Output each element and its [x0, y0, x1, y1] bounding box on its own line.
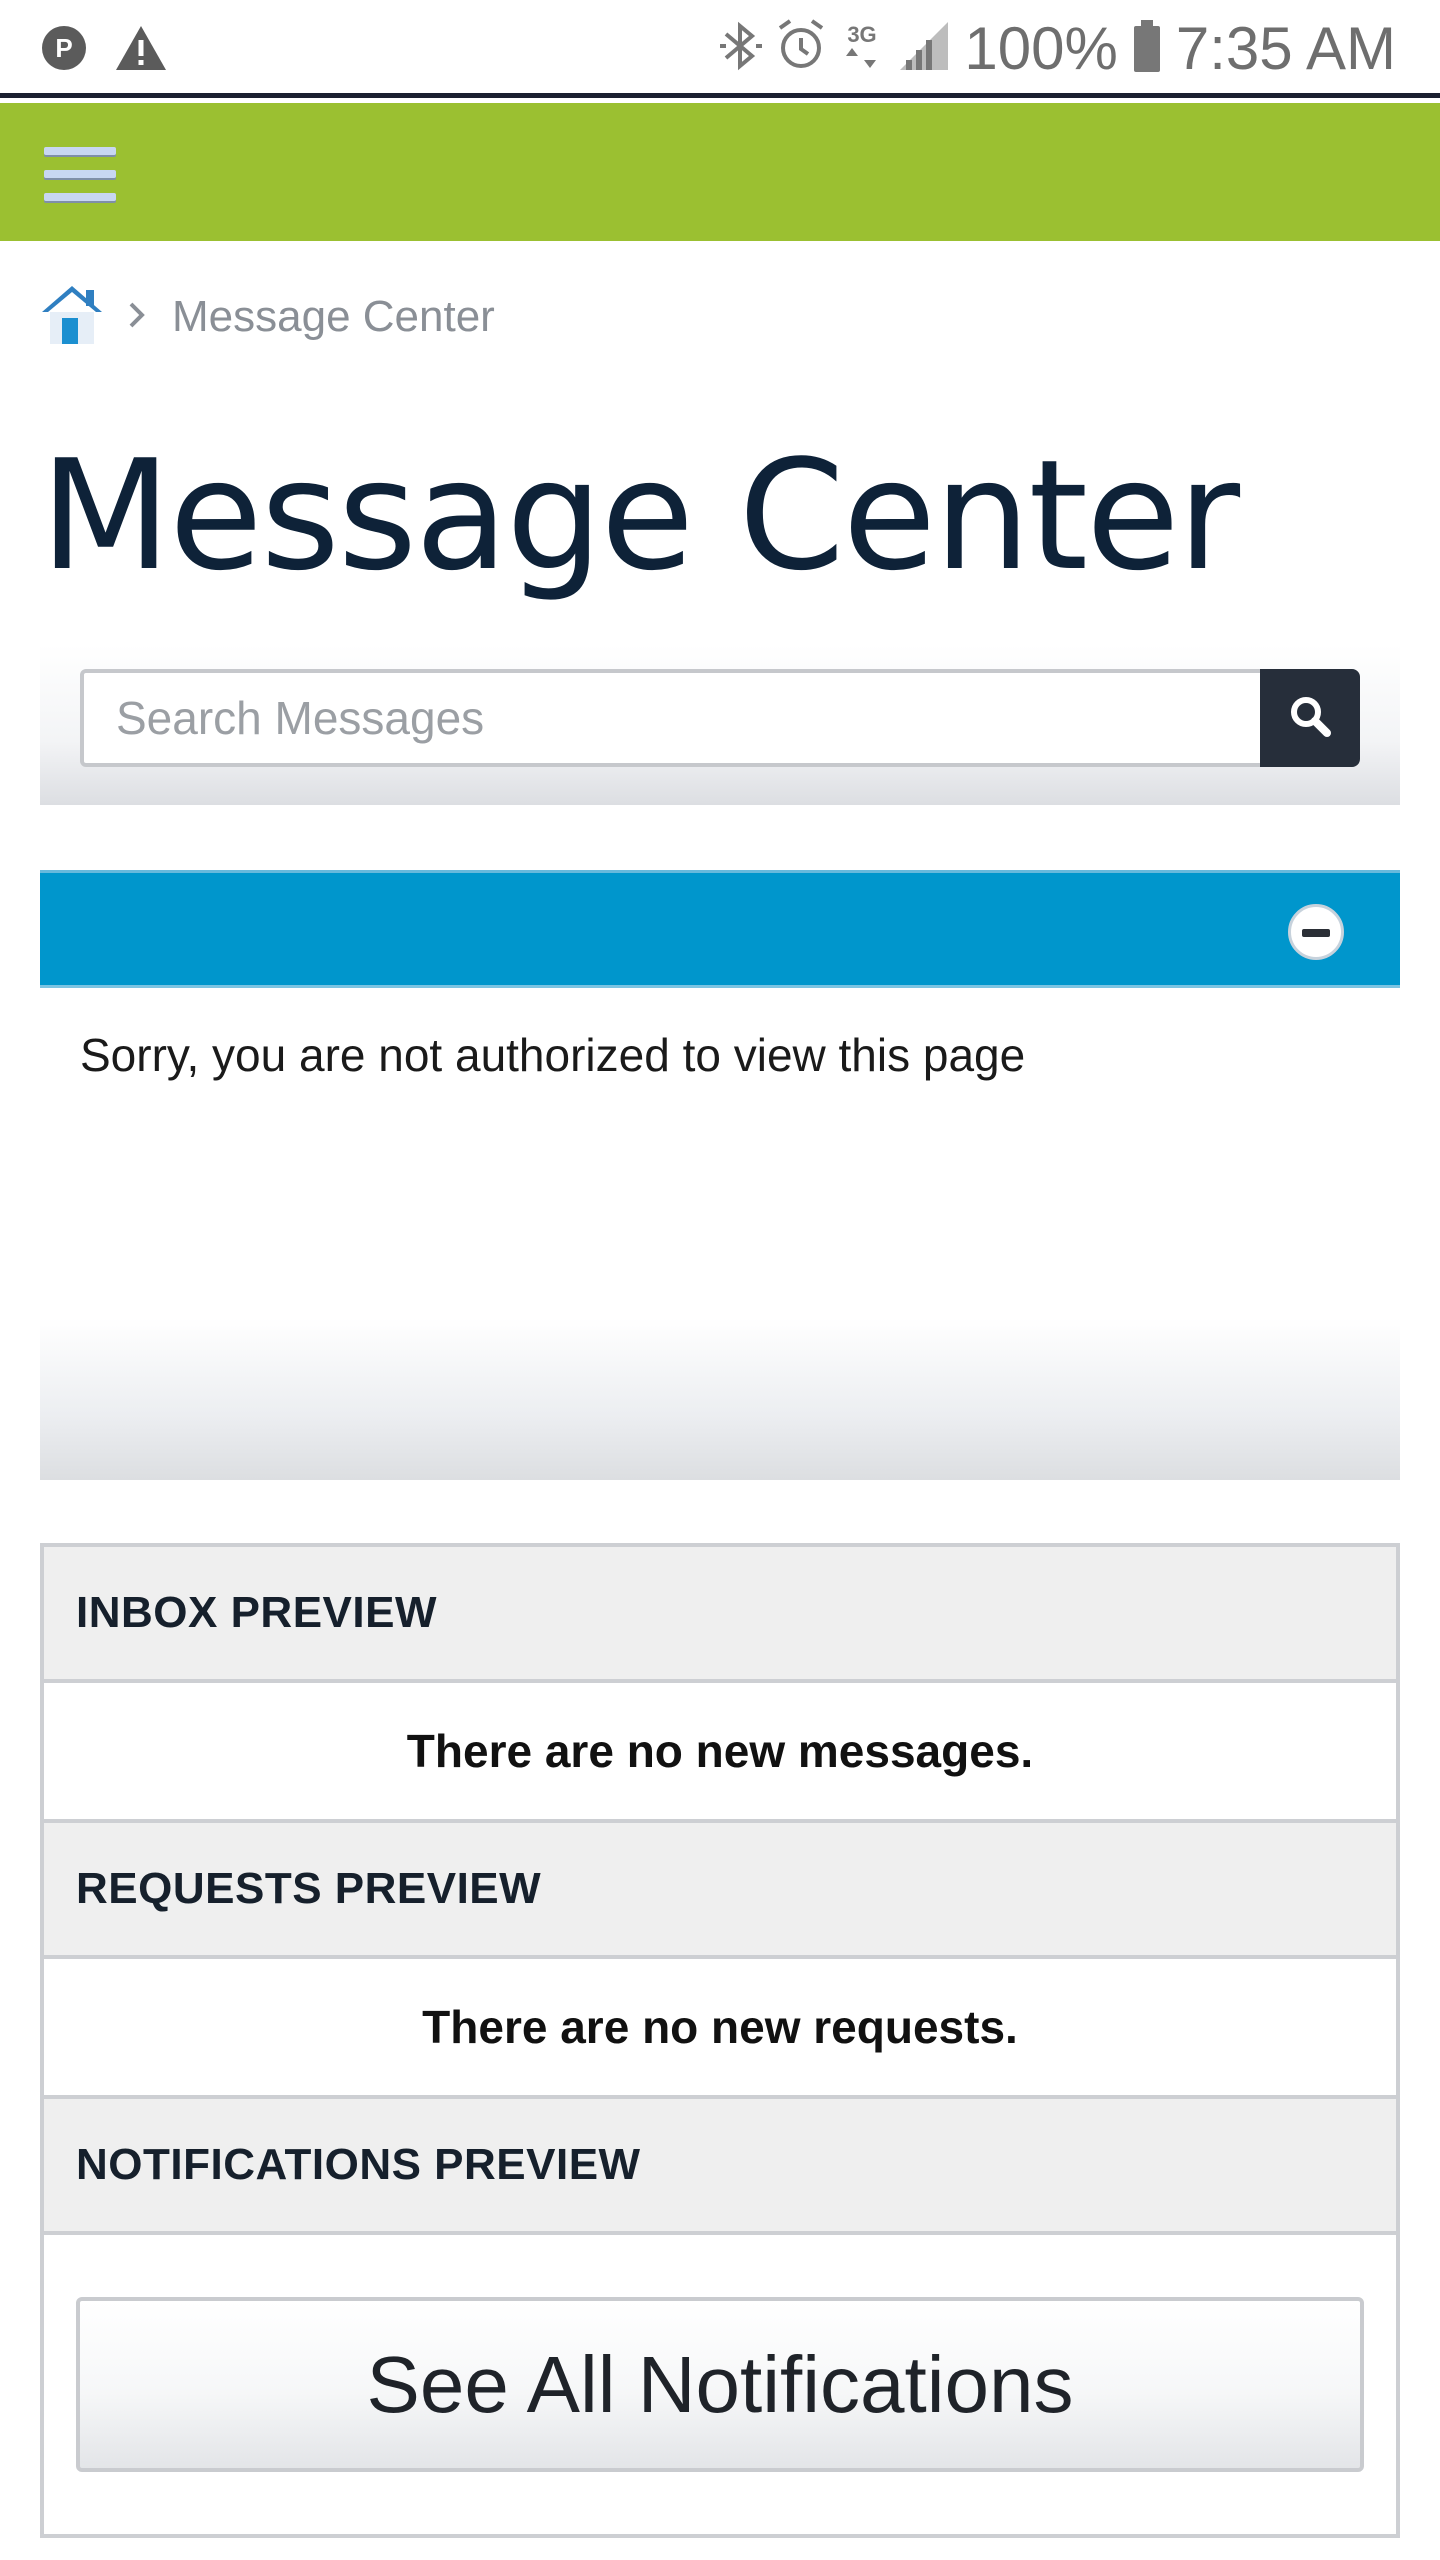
data-3g-icon: 3G: [840, 18, 884, 79]
alert-bar: [40, 870, 1400, 988]
requests-preview-body: There are no new requests.: [44, 1959, 1396, 2099]
chevron-right-icon: [126, 300, 148, 335]
battery-percent: 100%: [964, 15, 1118, 82]
notifications-preview-header[interactable]: NOTIFICATIONS PREVIEW: [44, 2099, 1396, 2235]
minus-circle-icon[interactable]: [1288, 904, 1344, 960]
search-input[interactable]: [80, 669, 1300, 767]
auth-error-message: Sorry, you are not authorized to view th…: [80, 1029, 1026, 1081]
signal-icon: [898, 18, 950, 79]
content-footer-divider: [40, 1318, 1400, 1480]
search-icon: [1288, 694, 1332, 743]
requests-preview-header[interactable]: REQUESTS PREVIEW: [44, 1823, 1396, 1959]
inbox-preview-header[interactable]: INBOX PREVIEW: [44, 1547, 1396, 1683]
inbox-preview-body: There are no new messages.: [44, 1683, 1396, 1823]
bluetooth-icon: [718, 18, 763, 79]
status-bar: P 3G 100% 7:35 AM: [0, 0, 1440, 98]
hamburger-icon[interactable]: [44, 143, 116, 205]
search-button[interactable]: [1260, 669, 1360, 767]
svg-text:3G: 3G: [848, 22, 877, 47]
breadcrumb-current: Message Center: [172, 292, 495, 341]
clock: 7:35 AM: [1175, 15, 1396, 82]
alarm-icon: [776, 18, 826, 79]
see-all-notifications-button[interactable]: See All Notifications: [76, 2297, 1364, 2472]
search-bar: [40, 645, 1400, 805]
app-header: [0, 103, 1440, 241]
page-title: Message Center: [40, 427, 1240, 604]
breadcrumb: Message Center: [40, 282, 495, 352]
parking-icon: P: [40, 24, 88, 77]
warning-icon: [114, 24, 168, 77]
home-icon[interactable]: [40, 282, 104, 353]
battery-icon: [1132, 18, 1162, 79]
svg-text:P: P: [55, 33, 72, 63]
